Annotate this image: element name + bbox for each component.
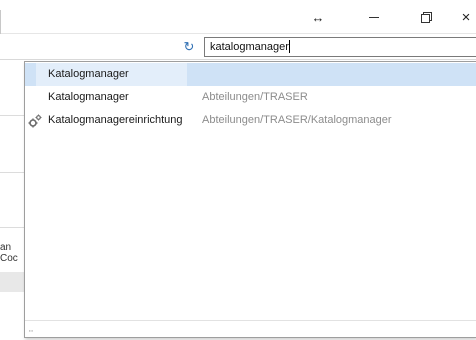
background-divider xyxy=(0,172,24,173)
minimize-icon xyxy=(369,16,379,18)
resize-horizontal-icon[interactable]: ↔ xyxy=(298,0,338,34)
result-path: Abteilungen/TRASER/Katalogmanager xyxy=(202,114,392,126)
search-results-dropdown: Katalogmanager Katalogmanager Abteilunge… xyxy=(24,61,476,338)
resize-grip-icon[interactable]: ⠤ xyxy=(28,326,34,334)
window-title-bar: ↔ × xyxy=(0,0,476,34)
result-name-cell: Katalogmanager xyxy=(36,63,187,86)
result-path: Abteilungen/TRASER xyxy=(202,91,308,103)
search-toolbar: ↻ xyxy=(0,34,476,60)
result-name: Katalogmanagereinrichtung xyxy=(48,114,183,126)
result-row[interactable]: Katalogmanager Abteilungen/TRASER xyxy=(25,86,476,109)
restore-icon xyxy=(420,11,432,23)
dropdown-footer-divider xyxy=(25,320,476,321)
window-edge xyxy=(0,10,1,34)
result-name-cell: Katalogmanager xyxy=(36,86,187,109)
refresh-icon[interactable]: ↻ xyxy=(181,39,197,55)
result-name-cell: Katalogmanagereinrichtung xyxy=(36,109,187,132)
search-input[interactable] xyxy=(204,37,476,57)
background-text-fragment: an xyxy=(0,242,12,253)
close-button[interactable]: × xyxy=(446,0,476,34)
result-row[interactable]: Katalogmanager xyxy=(25,63,476,86)
text-cursor xyxy=(289,40,290,53)
restore-button[interactable] xyxy=(406,0,446,34)
background-text-fragment: Coc xyxy=(0,253,18,264)
result-name: Katalogmanager xyxy=(48,91,129,103)
result-row[interactable]: Katalogmanagereinrichtung Abteilungen/TR… xyxy=(25,109,476,132)
result-name: Katalogmanager xyxy=(48,68,129,80)
background-divider xyxy=(0,115,24,116)
minimize-button[interactable] xyxy=(354,0,394,34)
background-grey-row xyxy=(0,272,24,292)
background-divider xyxy=(0,227,24,228)
